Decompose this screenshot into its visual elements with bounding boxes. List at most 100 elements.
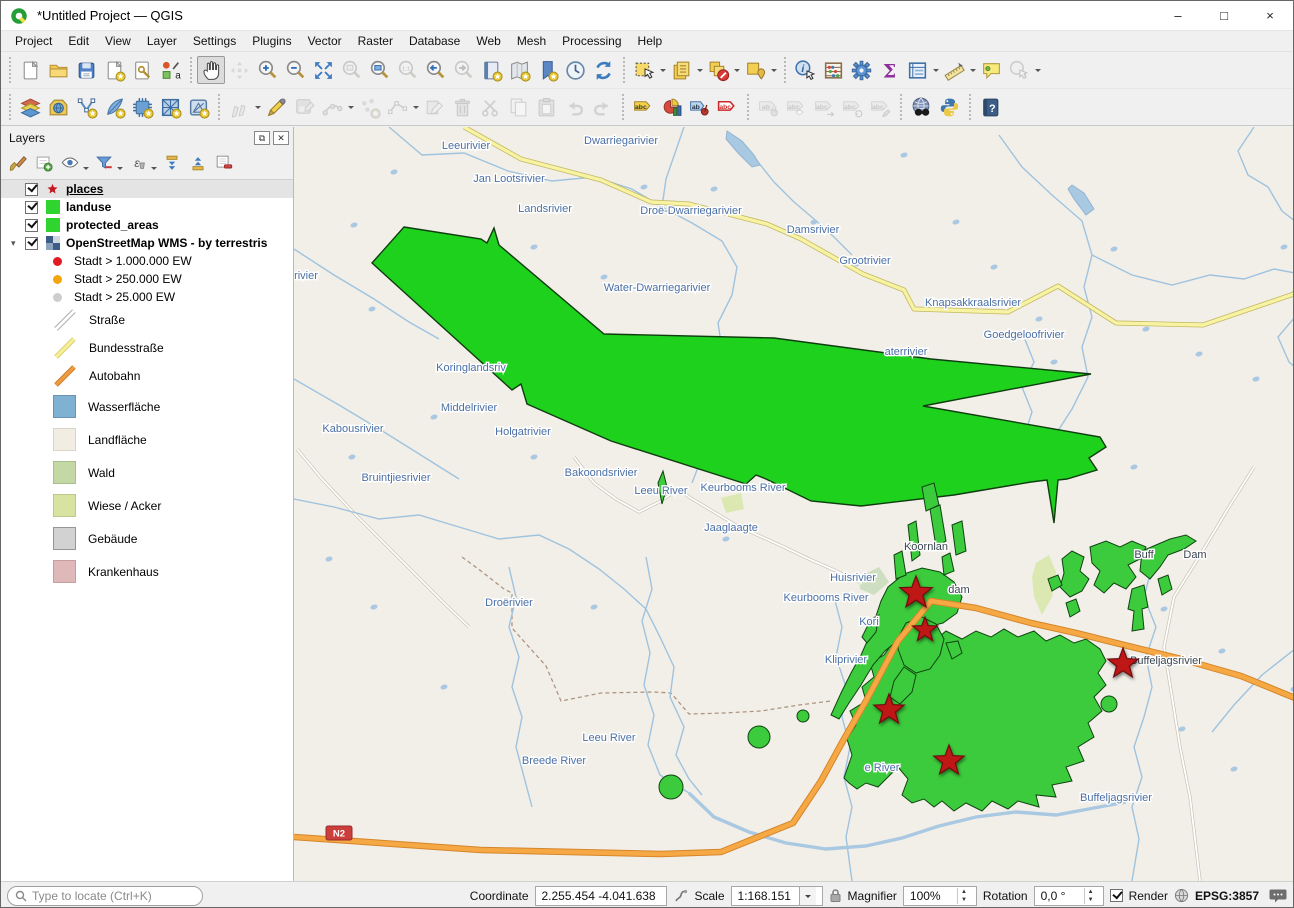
collapse-all-button[interactable]	[185, 151, 211, 175]
layer-item-protected_areas[interactable]: protected_areas	[1, 216, 293, 234]
expander-icon[interactable]: ▾	[11, 238, 25, 249]
new-project-button[interactable]	[16, 56, 44, 84]
select-features-button[interactable]	[630, 56, 658, 84]
field-calculator-button[interactable]	[819, 56, 847, 84]
menu-raster[interactable]: Raster	[350, 32, 401, 50]
new-mesh-layer-button[interactable]	[184, 93, 212, 121]
show-bookmarks-button[interactable]	[505, 56, 533, 84]
new-virtual-layer-button[interactable]	[156, 93, 184, 121]
new-shapefile-layer-button[interactable]	[72, 93, 100, 121]
minimize-button[interactable]: –	[1155, 1, 1201, 30]
menu-edit[interactable]: Edit	[60, 32, 97, 50]
attribute-table-button[interactable]	[903, 56, 931, 84]
python-console-button[interactable]	[935, 93, 963, 121]
layer-visibility-checkbox[interactable]	[25, 183, 38, 196]
layer-item-places[interactable]: places	[1, 180, 293, 198]
attribute-table-dropdown-icon[interactable]	[931, 56, 940, 84]
magnifier-spinbox[interactable]: 100% ▲▼	[903, 886, 977, 906]
refresh-map-button[interactable]	[589, 56, 617, 84]
legend-item[interactable]: Krankenhaus	[1, 555, 293, 588]
map-canvas[interactable]: N2LeeurivierDwarriegarivierJan Lootsrivi…	[294, 127, 1294, 881]
style-manager-button[interactable]: a	[156, 56, 184, 84]
manage-map-themes-dropdown-icon[interactable]	[83, 153, 91, 173]
menu-plugins[interactable]: Plugins	[244, 32, 299, 50]
expand-all-button[interactable]	[159, 151, 185, 175]
extents-toggle-icon[interactable]	[673, 888, 689, 904]
new-temporary-scratch-layer-button[interactable]	[128, 93, 156, 121]
locator-search-input[interactable]: Type to locate (Ctrl+K)	[7, 886, 203, 906]
zoom-to-layer-button[interactable]	[365, 56, 393, 84]
menu-database[interactable]: Database	[401, 32, 468, 50]
maximize-button[interactable]: □	[1201, 1, 1247, 30]
legend-item[interactable]: Autobahn	[1, 362, 293, 390]
legend-item[interactable]: Stadt > 250.000 EW	[1, 270, 293, 288]
pan-map-button[interactable]	[197, 56, 225, 84]
identify-features-button[interactable]: i	[791, 56, 819, 84]
scale-combo[interactable]: 1:168.151	[731, 886, 823, 906]
scale-dropdown-icon[interactable]	[799, 887, 816, 905]
menu-processing[interactable]: Processing	[554, 32, 629, 50]
manage-map-themes-button[interactable]	[57, 151, 83, 175]
close-button[interactable]: ×	[1247, 1, 1293, 30]
panel-close-button[interactable]: ✕	[273, 131, 289, 145]
add-group-button[interactable]	[31, 151, 57, 175]
filter-by-expression-dropdown-icon[interactable]	[151, 153, 159, 173]
select-by-value-button[interactable]	[741, 56, 769, 84]
legend-item[interactable]: Straße	[1, 306, 293, 334]
measure-button[interactable]	[940, 56, 968, 84]
deselect-features-button[interactable]	[704, 56, 732, 84]
select-by-form-dropdown-icon[interactable]	[695, 56, 704, 84]
menu-help[interactable]: Help	[630, 32, 671, 50]
spatial-bookmarks-button[interactable]	[533, 56, 561, 84]
select-by-form-button[interactable]	[667, 56, 695, 84]
pin-labels-button[interactable]: ab	[685, 93, 713, 121]
new-bookmark-button[interactable]	[477, 56, 505, 84]
panel-float-button[interactable]: ⧉	[254, 131, 270, 145]
layer-item-openstreetmap[interactable]: ▾OpenStreetMap WMS - by terrestris	[1, 234, 293, 252]
layer-item-landuse[interactable]: landuse	[1, 198, 293, 216]
menu-web[interactable]: Web	[468, 32, 508, 50]
filter-legend-button[interactable]	[91, 151, 117, 175]
menu-view[interactable]: View	[97, 32, 139, 50]
menu-vector[interactable]: Vector	[300, 32, 350, 50]
render-checkbox[interactable]	[1110, 889, 1123, 902]
zoom-in-button[interactable]	[253, 56, 281, 84]
rotation-spinbox[interactable]: 0,0 ° ▲▼	[1034, 886, 1104, 906]
statistical-summary-button[interactable]: Σ	[875, 56, 903, 84]
show-layout-manager-button[interactable]	[128, 56, 156, 84]
unplaced-labels-button[interactable]: abc	[713, 93, 741, 121]
open-layer-styling-button[interactable]	[5, 151, 31, 175]
measure-dropdown-icon[interactable]	[968, 56, 977, 84]
temporal-controller-button[interactable]	[561, 56, 589, 84]
processing-toolbox-button[interactable]	[847, 56, 875, 84]
new-spatialite-layer-button[interactable]	[100, 93, 128, 121]
deselect-features-dropdown-icon[interactable]	[732, 56, 741, 84]
layer-visibility-checkbox[interactable]	[25, 237, 38, 250]
crs-globe-icon[interactable]	[1174, 888, 1189, 903]
legend-item[interactable]: Wasserfläche	[1, 390, 293, 423]
menu-settings[interactable]: Settings	[185, 32, 244, 50]
select-features-dropdown-icon[interactable]	[658, 56, 667, 84]
legend-item[interactable]: Gebäude	[1, 522, 293, 555]
metasearch-button[interactable]	[907, 93, 935, 121]
filter-legend-dropdown-icon[interactable]	[117, 153, 125, 173]
open-project-button[interactable]	[44, 56, 72, 84]
layer-labeling-button[interactable]: abc	[629, 93, 657, 121]
help-contents-button[interactable]: ?	[976, 93, 1004, 121]
new-geopackage-layer-button[interactable]	[44, 93, 72, 121]
remove-layer-button[interactable]	[211, 151, 237, 175]
data-source-manager-button[interactable]	[16, 93, 44, 121]
layer-visibility-checkbox[interactable]	[25, 201, 38, 214]
legend-item[interactable]: Wald	[1, 456, 293, 489]
layer-diagram-button[interactable]	[657, 93, 685, 121]
map-tips-button[interactable]	[977, 56, 1005, 84]
toggle-editing-button[interactable]	[262, 93, 290, 121]
legend-item[interactable]: Landfläche	[1, 423, 293, 456]
messages-icon[interactable]	[1269, 888, 1287, 903]
filter-by-expression-button[interactable]: ε	[125, 151, 151, 175]
new-print-layout-button[interactable]	[100, 56, 128, 84]
layer-visibility-checkbox[interactable]	[25, 219, 38, 232]
legend-item[interactable]: Bundesstraße	[1, 334, 293, 362]
crs-status[interactable]: EPSG:3857	[1195, 889, 1259, 903]
lock-icon[interactable]	[829, 888, 842, 903]
